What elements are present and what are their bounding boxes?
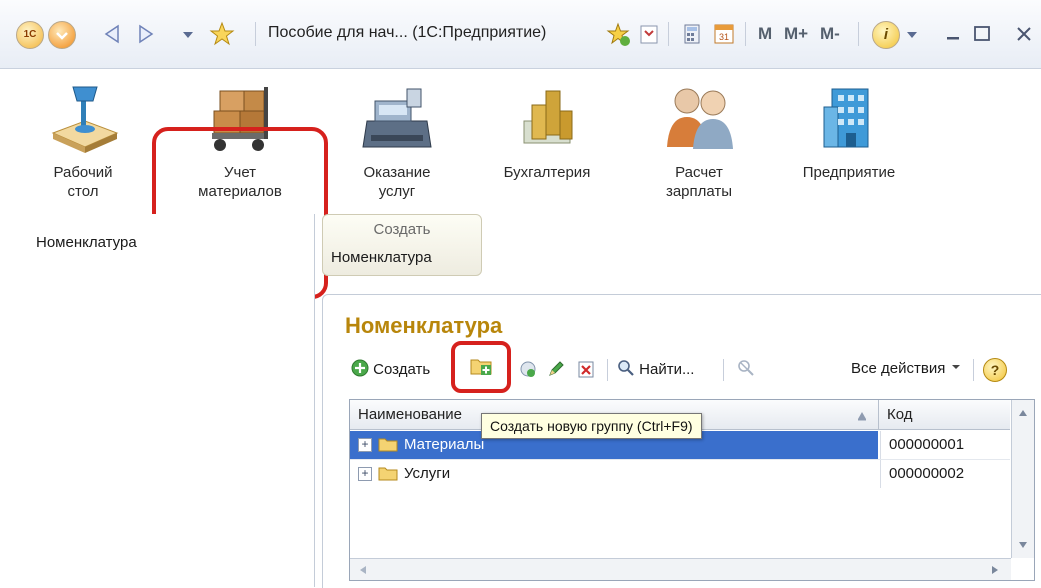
column-header-label: Наименование (358, 406, 462, 423)
tooltip: Создать новую группу (Ctrl+F9) (481, 413, 702, 439)
svg-text:31: 31 (719, 32, 729, 42)
actions-header: Создать (373, 221, 431, 238)
all-actions-menu[interactable]: Все действия (851, 359, 962, 379)
titlebar-separator (858, 22, 859, 46)
sections-panel: Рабочий стол Учет материалов Оказание ус… (0, 69, 1041, 299)
create-button[interactable]: Создать (351, 359, 430, 380)
calculator-icon[interactable] (681, 20, 703, 56)
create-button-label: Создать (373, 361, 431, 378)
delete-mark-icon (578, 361, 594, 378)
magnifier-icon (618, 360, 634, 376)
edit-button[interactable] (547, 359, 565, 385)
table-row[interactable]: + Услуги 000000002 (350, 459, 1010, 488)
horizontal-scrollbar[interactable] (350, 558, 1011, 580)
minimize-icon[interactable] (944, 20, 962, 56)
actions-panel: Создать Номенклатура (322, 214, 482, 276)
main-form: Номенклатура Создать Найти... Все действ… (322, 294, 1041, 588)
toolbar-separator (723, 359, 724, 381)
table-cell-name: + Услуги (350, 460, 878, 488)
section-label: Предприятие (802, 164, 896, 181)
folder-icon (378, 467, 398, 481)
bookmark-icon[interactable] (638, 20, 660, 56)
coins-icon (523, 90, 573, 144)
section-enterprise[interactable]: Предприятие (784, 81, 914, 182)
scroll-down-icon[interactable] (1017, 540, 1029, 550)
toolbar-separator (973, 359, 974, 381)
nav-item-nomenclature[interactable]: Номенклатура (36, 234, 137, 251)
memory-mminus-button[interactable]: M- (820, 24, 840, 44)
section-label: зарплаты (665, 183, 733, 200)
section-label: услуг (378, 183, 416, 200)
desk-lamp-icon (51, 86, 119, 153)
help-button[interactable]: ? (983, 358, 1007, 382)
table-cell-code: 000000001 (880, 431, 1010, 459)
all-actions-label: Все действия (851, 360, 946, 377)
section-label: Рабочий (53, 164, 113, 181)
expand-icon[interactable]: + (358, 438, 372, 452)
dropdown-circle-icon[interactable] (48, 21, 76, 49)
section-label: Расчет (675, 164, 723, 181)
section-label: Бухгалтерия (503, 164, 591, 181)
forward-arrow-icon[interactable] (135, 20, 157, 56)
copy-button[interactable] (519, 359, 537, 385)
memory-mplus-button[interactable]: M+ (784, 24, 808, 44)
titlebar-separator (745, 22, 746, 46)
title-bar: 1С Пособие для нач... (1С:Предприятие) 3… (0, 0, 1041, 69)
row-name-label: Услуги (404, 465, 451, 482)
building-icon (823, 88, 869, 148)
info-icon[interactable]: i (872, 21, 900, 49)
memory-m-button[interactable]: M (758, 24, 772, 44)
star-add-icon[interactable] (604, 20, 632, 56)
sort-icon (858, 412, 866, 421)
vertical-scrollbar[interactable] (1011, 400, 1034, 558)
find-button-label: Найти... (639, 361, 695, 378)
favorites-star-icon[interactable] (208, 20, 236, 56)
section-payroll[interactable]: Расчет зарплаты (634, 81, 764, 201)
expand-icon[interactable]: + (358, 467, 372, 481)
back-arrow-icon[interactable] (101, 20, 123, 56)
section-label: стол (67, 183, 99, 200)
chevron-down-icon (951, 365, 960, 369)
highlight-frame (451, 341, 511, 393)
section-services[interactable]: Оказание услуг (332, 81, 462, 201)
find-button[interactable]: Найти... (617, 359, 694, 380)
pencil-icon (549, 361, 564, 376)
titlebar-separator (255, 22, 256, 46)
cash-register-icon (362, 88, 432, 148)
close-icon[interactable] (1014, 20, 1034, 56)
section-label: Оказание (363, 164, 431, 181)
table-cell-code: 000000002 (880, 460, 1010, 488)
titlebar-separator (668, 22, 669, 46)
history-dropdown-icon[interactable] (180, 20, 196, 56)
copy-icon (520, 361, 536, 377)
scroll-right-icon[interactable] (990, 564, 1000, 576)
app-logo-icon[interactable]: 1С (16, 21, 44, 49)
column-header-label: Код (887, 406, 913, 423)
toolbar-separator (607, 359, 608, 381)
section-accounting[interactable]: Бухгалтерия (482, 81, 612, 182)
restore-icon[interactable] (972, 20, 992, 56)
scroll-left-icon[interactable] (358, 564, 368, 576)
calendar-icon[interactable]: 31 (712, 20, 736, 56)
row-name-label: Материалы (404, 436, 485, 453)
form-title: Номенклатура (345, 313, 503, 338)
navigation-panel: Номенклатура (18, 214, 315, 587)
delete-button[interactable] (577, 359, 595, 385)
section-desktop[interactable]: Рабочий стол (18, 81, 148, 201)
cancel-search-button[interactable] (737, 359, 755, 383)
people-icon (667, 88, 733, 149)
scroll-up-icon[interactable] (1017, 408, 1029, 418)
action-create-nomenclature[interactable]: Номенклатура (331, 249, 432, 266)
cancel-search-icon (738, 360, 754, 376)
column-header-code[interactable]: Код (879, 400, 1010, 430)
info-dropdown-icon[interactable] (904, 20, 920, 56)
window-title: Пособие для нач... (1С:Предприятие) (268, 24, 547, 41)
folder-icon (378, 438, 398, 452)
add-circle-icon (351, 359, 369, 377)
